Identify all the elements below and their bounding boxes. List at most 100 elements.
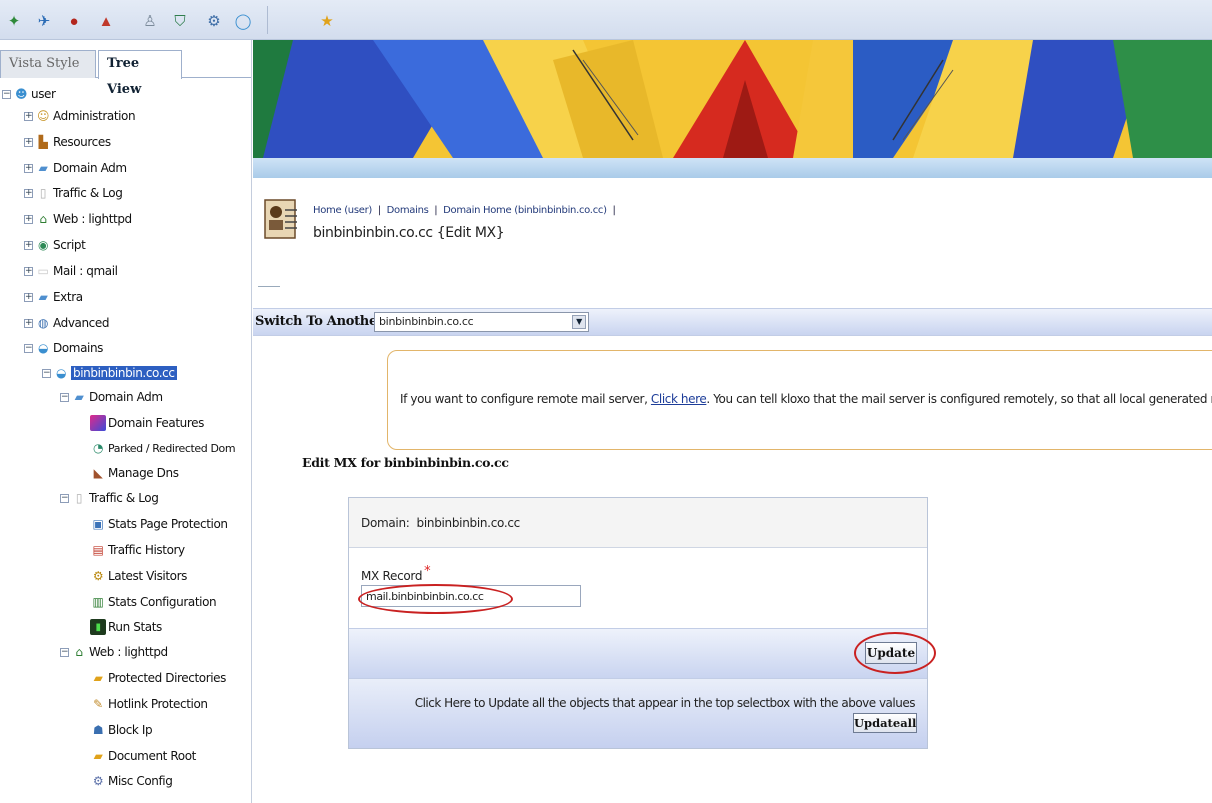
tree-label: Domains: [53, 341, 104, 355]
globe-icon: ◒: [55, 366, 67, 380]
expand-icon[interactable]: +: [24, 240, 33, 250]
domain-select[interactable]: binbinbinbin.co.cc ▼: [374, 312, 589, 332]
tree-label: Traffic & Log: [53, 186, 123, 200]
tree-label: Advanced: [53, 316, 110, 330]
tree-item-traffic-log-sub[interactable]: − ▯ Traffic & Log: [60, 488, 159, 508]
update-button[interactable]: Update: [865, 642, 917, 664]
document-icon: ▯: [39, 186, 47, 200]
click-here-link[interactable]: Click here: [651, 392, 707, 406]
tree-item-extra[interactable]: + ▰ Extra: [24, 287, 83, 307]
collapse-icon[interactable]: −: [24, 343, 33, 353]
tree-label: Manage Dns: [108, 466, 179, 480]
tree-item-manage-dns[interactable]: ◣ Manage Dns: [90, 463, 179, 483]
folder-icon: ▰: [38, 161, 48, 175]
folder-icon: ▰: [74, 390, 84, 404]
tab-tree-view[interactable]: Tree View: [98, 50, 182, 97]
expand-icon[interactable]: +: [24, 266, 33, 276]
tree-label: Domain Adm: [53, 161, 127, 175]
tree-root[interactable]: − ☻ user: [2, 84, 56, 104]
person-icon[interactable]: ♙: [140, 11, 160, 31]
tree-label: Web : lighttpd: [89, 645, 168, 659]
divider: [258, 286, 280, 287]
tree-item-document-root[interactable]: ▰ Document Root: [90, 746, 197, 766]
tree-label: Domain Features: [108, 416, 204, 430]
tree-item-hotlink-protection[interactable]: ✎ Hotlink Protection: [90, 694, 208, 714]
collapse-icon[interactable]: −: [42, 368, 51, 378]
tree-label: Document Root: [108, 749, 196, 763]
tree-item-domain-features[interactable]: Domain Features: [90, 413, 204, 433]
tree-item-web-sub[interactable]: − ⌂ Web : lighttpd: [60, 642, 168, 662]
expand-icon[interactable]: +: [24, 188, 33, 198]
chevron-down-icon[interactable]: ▼: [572, 315, 586, 329]
stats-protection-icon: ▣: [92, 517, 104, 531]
expand-icon[interactable]: +: [24, 214, 33, 224]
expand-icon[interactable]: +: [24, 111, 33, 121]
updateall-row: Click Here to Update all the objects tha…: [349, 678, 927, 748]
expand-icon[interactable]: +: [24, 318, 33, 328]
visitors-icon: ⚙: [92, 569, 104, 583]
required-marker: *: [424, 564, 431, 579]
star-icon[interactable]: ★: [317, 11, 337, 31]
user-icon[interactable]: ●: [64, 11, 84, 31]
tree-item-resources[interactable]: + ▙ Resources: [24, 132, 111, 152]
updateall-button[interactable]: Updateall: [853, 713, 917, 733]
tree-item-latest-visitors[interactable]: ⚙ Latest Visitors: [90, 566, 188, 586]
tree-item-traffic-log[interactable]: + ▯ Traffic & Log: [24, 183, 123, 203]
upload-icon[interactable]: ▲: [96, 11, 116, 31]
tree-item-stats-page-protection[interactable]: ▣ Stats Page Protection: [90, 514, 229, 534]
tree-label: Traffic History: [108, 543, 185, 557]
tree-item-advanced[interactable]: + ◍ Advanced: [24, 313, 109, 333]
tree-item-protected-directories[interactable]: ▰ Protected Directories: [90, 668, 227, 688]
tree-label: Protected Directories: [108, 671, 227, 685]
updateall-description: Click Here to Update all the objects tha…: [414, 696, 916, 710]
tree-item-misc-config[interactable]: ⚙ Misc Config: [90, 771, 173, 791]
expand-icon[interactable]: +: [24, 163, 33, 173]
tree-item-administration[interactable]: + ☺ Administration: [24, 106, 136, 126]
web-icon: ⌂: [75, 645, 83, 659]
tree-item-script[interactable]: + ◉ Script: [24, 235, 86, 255]
tree-item-domain[interactable]: − ◒ binbinbinbin.co.cc: [42, 363, 177, 383]
mx-record-row: MX Record *: [349, 548, 927, 628]
breadcrumb-domains[interactable]: Domains: [387, 205, 429, 216]
tree-item-run-stats[interactable]: ▮ Run Stats: [90, 617, 162, 637]
tools-icon[interactable]: ✈: [34, 11, 54, 31]
parked-domain-icon: ◔: [92, 441, 104, 455]
tree-item-web[interactable]: + ⌂ Web : lighttpd: [24, 209, 132, 229]
gear-icon[interactable]: ⚙: [204, 11, 224, 31]
collapse-icon[interactable]: −: [60, 647, 69, 657]
domain-page-icon: [264, 199, 297, 239]
breadcrumb-domain-home[interactable]: Domain Home (binbinbinbin.co.cc): [443, 205, 607, 216]
web-icon: ⌂: [39, 212, 47, 226]
tree-item-domains[interactable]: − ◒ Domains: [24, 338, 103, 358]
tab-vista-style[interactable]: Vista Style: [0, 50, 96, 78]
collapse-icon[interactable]: −: [2, 89, 11, 99]
tree-item-domain-adm[interactable]: + ▰ Domain Adm: [24, 158, 127, 178]
breadcrumb-home[interactable]: Home (user): [313, 205, 372, 216]
collapse-icon[interactable]: −: [60, 392, 69, 402]
top-toolbar: ✦ ✈ ● ▲ ♙ ⛉ ⚙ ◯ ★: [0, 0, 1212, 40]
tree-item-domain-adm-sub[interactable]: − ▰ Domain Adm: [60, 387, 163, 407]
tree-item-mail[interactable]: + ▭ Mail : qmail: [24, 261, 118, 281]
user-icon: ☻: [14, 87, 28, 101]
globe-icon[interactable]: ◯: [233, 11, 253, 31]
resources-icon: ▙: [38, 135, 48, 149]
domain-label: Domain:: [361, 516, 410, 530]
mx-record-input[interactable]: [361, 585, 581, 607]
tree-item-parked-domains[interactable]: ◔ Parked / Redirected Dom: [90, 438, 236, 458]
misc-config-icon: ⚙: [92, 774, 104, 788]
remote-mail-notice: If you want to configure remote mail ser…: [387, 350, 1212, 450]
toolbar-separator: [267, 6, 268, 34]
shield-icon[interactable]: ⛉: [170, 11, 190, 31]
folder-icon: ▰: [38, 290, 48, 304]
home-icon[interactable]: ✦: [4, 11, 24, 31]
expand-icon[interactable]: +: [24, 292, 33, 302]
tree-item-block-ip[interactable]: ☗ Block Ip: [90, 720, 153, 740]
banner-strip: [253, 158, 1212, 178]
expand-icon[interactable]: +: [24, 137, 33, 147]
tree-item-stats-configuration[interactable]: ▥ Stats Configuration: [90, 592, 217, 612]
tree-item-traffic-history[interactable]: ▤ Traffic History: [90, 540, 186, 560]
domain-select-value: binbinbinbin.co.cc: [379, 315, 474, 328]
collapse-icon[interactable]: −: [60, 493, 69, 503]
domain-value: binbinbinbin.co.cc: [416, 516, 521, 530]
sidebar-tabs: Vista Style Tree View: [0, 50, 251, 97]
